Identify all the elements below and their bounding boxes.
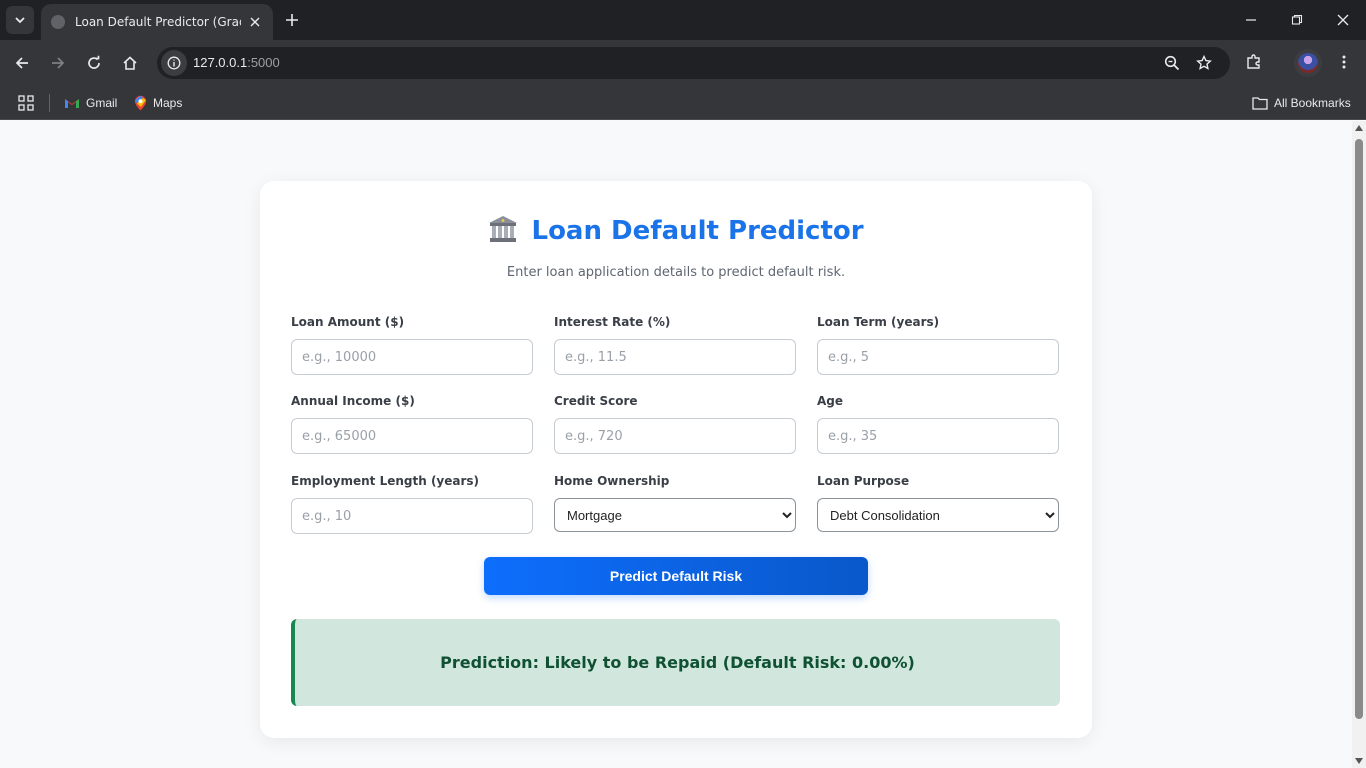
scroll-down-icon[interactable]: [1355, 758, 1363, 764]
gmail-icon: [65, 99, 79, 108]
loan-amount-field: Loan Amount ($): [291, 315, 533, 375]
minimize-icon: [1246, 19, 1256, 21]
interest-rate-field: Interest Rate (%): [554, 315, 796, 375]
profile-avatar[interactable]: [1294, 49, 1322, 77]
bookmark-gmail[interactable]: Gmail: [64, 92, 117, 114]
maps-icon: [134, 95, 147, 111]
credit-score-label: Credit Score: [554, 394, 638, 408]
url-host: 127.0.0.1: [193, 55, 248, 70]
bookmarks-bar: Gmail Maps All Bookmarks: [0, 86, 1366, 120]
more-menu-icon[interactable]: [1334, 52, 1354, 72]
loan-purpose-select[interactable]: Debt Consolidation: [817, 498, 1059, 532]
loan-term-input[interactable]: [817, 339, 1059, 375]
address-bar[interactable]: 127.0.0.1:5000: [157, 47, 1230, 79]
minimize-button[interactable]: [1228, 0, 1274, 40]
home-ownership-label: Home Ownership: [554, 474, 670, 488]
page-viewport: Loan Default Predictor Enter loan applic…: [0, 121, 1352, 768]
credit-score-input[interactable]: [554, 418, 796, 454]
age-label: Age: [817, 394, 844, 408]
loan-purpose-label: Loan Purpose: [817, 474, 910, 488]
bookmark-maps[interactable]: Maps: [134, 92, 182, 114]
age-input[interactable]: [817, 418, 1059, 454]
globe-icon: [51, 15, 65, 29]
avatar-image: [1298, 53, 1318, 73]
annual-income-field: Annual Income ($): [291, 394, 533, 454]
bookmark-label: Maps: [153, 96, 183, 110]
home-ownership-select[interactable]: Mortgage: [554, 498, 796, 532]
restore-icon: [1291, 14, 1303, 25]
apps-button[interactable]: [18, 92, 34, 114]
page-title: Loan Default Predictor: [531, 216, 864, 246]
loan-amount-label: Loan Amount ($): [291, 315, 405, 329]
bookmark-star-icon[interactable]: [1194, 53, 1214, 73]
home-ownership-field: Home Ownership Mortgage: [554, 474, 796, 532]
all-bookmarks-button[interactable]: All Bookmarks: [1252, 92, 1351, 114]
url-text[interactable]: 127.0.0.1:5000: [193, 55, 280, 70]
employment-length-field: Employment Length (years): [291, 474, 533, 534]
arrow-right-icon: [52, 57, 65, 69]
predictor-card: Loan Default Predictor Enter loan applic…: [260, 181, 1092, 738]
tab-strip: Loan Default Predictor (Gradient: [0, 0, 1366, 40]
annual-income-input[interactable]: [291, 418, 533, 454]
close-window-button[interactable]: [1320, 0, 1366, 40]
loan-term-field: Loan Term (years): [817, 315, 1059, 375]
tab-title: Loan Default Predictor (Gradient: [75, 15, 241, 29]
close-icon: [1337, 14, 1349, 26]
arrow-left-icon: [15, 57, 28, 69]
loan-amount-input[interactable]: [291, 339, 533, 375]
plus-icon: [286, 14, 298, 26]
age-field: Age: [817, 394, 1059, 454]
chevron-down-icon: [15, 17, 25, 24]
zoom-icon[interactable]: [1162, 53, 1182, 73]
home-icon: [123, 56, 137, 70]
scrollbar-thumb[interactable]: [1355, 139, 1363, 719]
apps-grid-icon: [18, 95, 34, 111]
scroll-up-icon[interactable]: [1355, 125, 1363, 131]
close-tab-icon[interactable]: [247, 14, 263, 30]
employment-length-label: Employment Length (years): [291, 474, 480, 488]
site-info-icon[interactable]: [161, 50, 187, 76]
interest-rate-input[interactable]: [554, 339, 796, 375]
back-button[interactable]: [8, 49, 36, 77]
forward-button[interactable]: [44, 49, 72, 77]
bookmark-label: Gmail: [86, 96, 118, 110]
all-bookmarks-label: All Bookmarks: [1274, 96, 1351, 110]
folder-icon: [1252, 97, 1268, 110]
annual-income-label: Annual Income ($): [291, 394, 415, 408]
new-tab-button[interactable]: [280, 8, 304, 32]
prediction-text: Prediction: Likely to be Repaid (Default…: [440, 653, 915, 672]
browser-tab[interactable]: Loan Default Predictor (Gradient: [41, 4, 273, 40]
prediction-result: Prediction: Likely to be Repaid (Default…: [291, 619, 1060, 706]
interest-rate-label: Interest Rate (%): [554, 315, 671, 329]
page-subtitle: Enter loan application details to predic…: [506, 265, 846, 280]
restore-button[interactable]: [1274, 0, 1320, 40]
loan-purpose-field: Loan Purpose Debt Consolidation: [817, 474, 1059, 532]
predict-button[interactable]: Predict Default Risk: [484, 557, 868, 595]
bank-icon: [488, 215, 518, 247]
employment-length-input[interactable]: [291, 498, 533, 534]
bookmarks-divider: [49, 94, 50, 112]
page-scrollbar[interactable]: [1352, 121, 1366, 768]
home-button[interactable]: [116, 49, 144, 77]
tab-search-button[interactable]: [6, 6, 34, 34]
credit-score-field: Credit Score: [554, 394, 796, 454]
reload-icon: [88, 55, 100, 69]
title-row: Loan Default Predictor: [260, 215, 1092, 247]
reload-button[interactable]: [80, 49, 108, 77]
url-port: :5000: [247, 55, 280, 70]
extensions-icon[interactable]: [1244, 52, 1264, 72]
loan-term-label: Loan Term (years): [817, 315, 940, 329]
